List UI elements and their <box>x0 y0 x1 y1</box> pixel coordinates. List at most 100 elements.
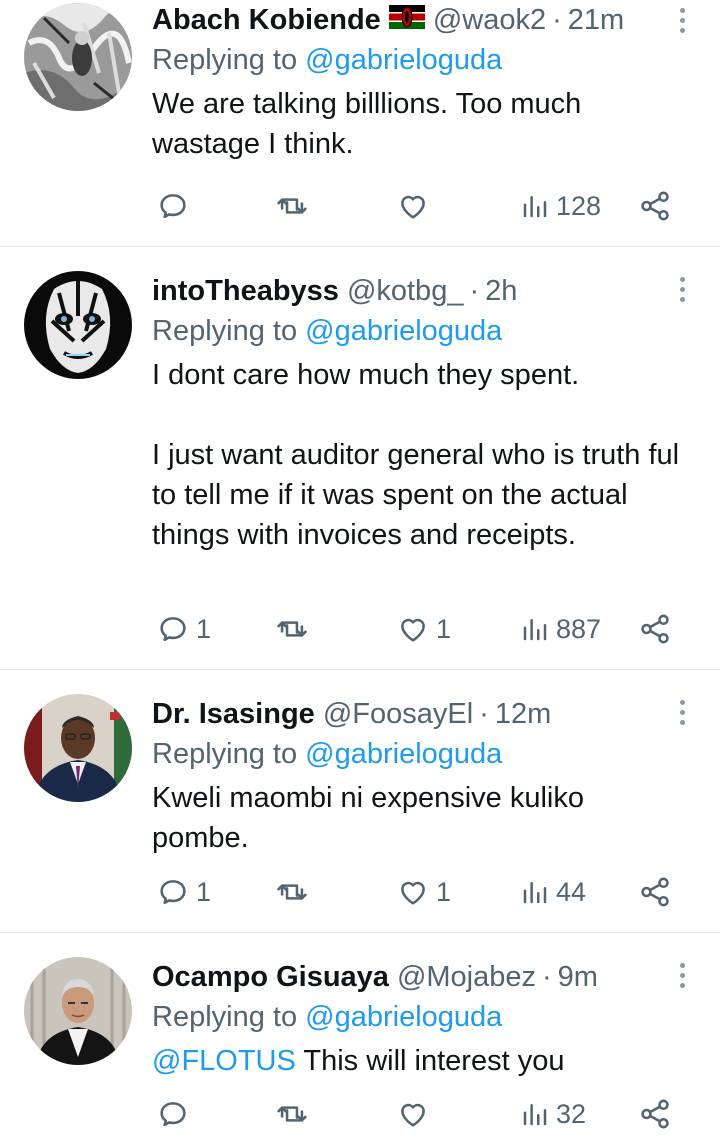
replying-to: Replying to @gabrieloguda <box>152 997 700 1037</box>
replying-to: Replying to @gabrieloguda <box>152 311 700 351</box>
tweet-header: Ocampo Gisuaya @Mojabez · 9m <box>152 957 700 997</box>
share-icon <box>641 191 669 221</box>
timestamp[interactable]: 2h <box>485 271 517 311</box>
share-button[interactable] <box>638 872 672 912</box>
reply-icon <box>160 1102 186 1127</box>
replying-to-mention[interactable]: @gabrieloguda <box>305 315 502 347</box>
like-button[interactable]: 1 <box>396 609 451 649</box>
replying-to-mention[interactable]: @gabrieloguda <box>305 738 502 770</box>
tweet-4[interactable]: Ocampo Gisuaya @Mojabez · 9m Replying to… <box>0 933 720 1147</box>
heart-icon <box>401 195 425 219</box>
reply-icon <box>160 880 186 905</box>
views-icon <box>523 196 547 218</box>
retweet-button[interactable] <box>274 872 310 912</box>
views-button[interactable]: 32 <box>520 1094 586 1134</box>
user-handle[interactable]: @kotbg_ <box>347 271 464 311</box>
tweet-actions: 1 1 887 <box>152 609 680 649</box>
replying-to: Replying to @gabrieloguda <box>152 40 700 80</box>
replying-to-mention[interactable]: @gabrieloguda <box>305 1001 502 1033</box>
reply-button[interactable]: 1 <box>156 609 211 649</box>
retweet-icon <box>277 198 307 214</box>
separator-dot: · <box>469 275 480 307</box>
like-button[interactable] <box>396 1094 436 1134</box>
retweet-icon <box>277 884 307 900</box>
separator-dot: · <box>542 961 552 993</box>
share-button[interactable] <box>638 186 672 226</box>
reply-icon <box>160 194 186 219</box>
reply-button[interactable]: 1 <box>156 872 211 912</box>
more-options-button[interactable] <box>672 957 692 993</box>
avatar[interactable] <box>24 694 132 802</box>
user-handle[interactable]: @FoosayEl <box>323 694 473 734</box>
tweet-text: @FLOTUS This will interest you <box>152 1041 697 1081</box>
user-handle[interactable]: @Mojabez <box>397 957 536 997</box>
reply-count: 1 <box>196 613 212 644</box>
views-icon <box>523 1104 547 1126</box>
like-button[interactable]: 1 <box>396 872 451 912</box>
kenya-flag-icon <box>388 0 425 40</box>
views-button[interactable]: 128 <box>520 186 601 226</box>
display-name[interactable]: intoTheabyss <box>152 271 339 311</box>
share-button[interactable] <box>638 1094 672 1134</box>
tweet-header: Dr. Isasinge @FoosayEl · 12m <box>152 694 700 734</box>
views-icon <box>523 882 547 904</box>
share-icon <box>641 614 669 644</box>
replying-to-mention[interactable]: @gabrieloguda <box>305 44 502 76</box>
like-count: 1 <box>436 613 452 644</box>
share-icon <box>641 877 669 907</box>
retweet-button[interactable] <box>274 609 310 649</box>
tweet-header: intoTheabyss @kotbg_ · 2h <box>152 271 700 311</box>
share-button[interactable] <box>638 609 672 649</box>
replying-to: Replying to @gabrieloguda <box>152 734 700 774</box>
more-options-button[interactable] <box>672 2 692 38</box>
replying-to-label: Replying to <box>152 44 298 76</box>
timestamp[interactable]: 21m <box>568 0 624 40</box>
retweet-icon <box>277 1106 307 1122</box>
reply-button[interactable] <box>156 1094 196 1134</box>
timestamp[interactable]: 12m <box>495 694 551 734</box>
user-handle[interactable]: @waok2 <box>433 0 546 40</box>
display-name[interactable]: Abach Kobiende <box>152 0 381 40</box>
share-icon <box>641 1099 669 1129</box>
more-options-button[interactable] <box>672 694 692 730</box>
tweet-2[interactable]: intoTheabyss @kotbg_ · 2h Replying to @g… <box>0 247 720 670</box>
views-icon <box>523 619 547 641</box>
view-count: 128 <box>556 190 602 221</box>
heart-icon <box>401 618 425 642</box>
tweet-actions: 128 <box>152 186 680 226</box>
reply-button[interactable] <box>156 186 196 226</box>
timestamp[interactable]: 9m <box>558 957 598 997</box>
tweet-3[interactable]: Dr. Isasinge @FoosayEl · 12m Replying to… <box>0 670 720 933</box>
tweet-header: Abach Kobiende @waok2 · 21m <box>152 0 700 40</box>
tweet-text: Kweli maombi ni expensive kuliko pombe. <box>152 782 593 854</box>
more-options-button[interactable] <box>672 271 692 307</box>
tweet-text-content: This will interest you <box>295 1045 565 1077</box>
tweet-text: We are talking billlions. Too much wasta… <box>152 88 590 160</box>
separator-dot: · <box>479 698 489 730</box>
separator-dot: · <box>552 4 562 36</box>
view-count: 32 <box>556 1098 587 1129</box>
heart-icon <box>401 881 425 905</box>
replying-to-label: Replying to <box>152 315 298 347</box>
tweet-actions: 1 1 44 <box>152 872 680 912</box>
view-count: 44 <box>556 876 587 907</box>
view-count: 887 <box>556 613 602 644</box>
tweet-text: I dont care how much they spent. I just … <box>152 359 680 551</box>
retweet-icon <box>277 621 307 637</box>
avatar[interactable] <box>24 271 132 379</box>
views-button[interactable]: 887 <box>520 609 601 649</box>
tweet-actions: 32 <box>152 1094 680 1134</box>
views-button[interactable]: 44 <box>520 872 586 912</box>
heart-icon <box>401 1103 425 1127</box>
like-count: 1 <box>436 876 452 907</box>
display-name[interactable]: Dr. Isasinge <box>152 694 315 734</box>
avatar[interactable] <box>24 3 132 111</box>
like-button[interactable] <box>396 186 436 226</box>
avatar[interactable] <box>24 957 132 1065</box>
tweet-1[interactable]: Abach Kobiende @waok2 · 21m Replying to … <box>0 0 720 247</box>
retweet-button[interactable] <box>274 1094 310 1134</box>
inline-mention[interactable]: @FLOTUS <box>152 1045 296 1077</box>
replying-to-label: Replying to <box>152 738 298 770</box>
retweet-button[interactable] <box>274 186 310 226</box>
display-name[interactable]: Ocampo Gisuaya <box>152 957 389 997</box>
